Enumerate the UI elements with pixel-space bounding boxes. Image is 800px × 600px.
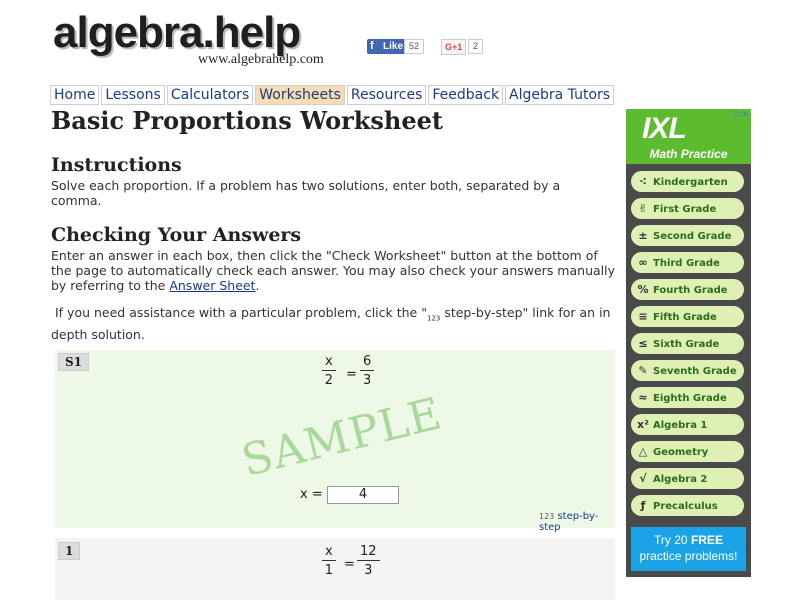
- ad-subtitle: Math Practice: [649, 147, 728, 161]
- grade-link[interactable]: ∞ Third Grade: [631, 252, 744, 273]
- cta-text: Try 20: [654, 533, 691, 547]
- fraction-right: 6 3: [360, 354, 375, 389]
- page-title: Basic Proportions Worksheet: [51, 106, 443, 135]
- grade-link[interactable]: ≈ Eighth Grade: [631, 387, 744, 408]
- fraction-denominator: 1: [324, 563, 333, 578]
- assistance-text: If you need assistance with a particular…: [51, 305, 621, 342]
- facebook-icon: f: [370, 40, 374, 52]
- grade-label: Eighth Grade: [653, 393, 727, 404]
- grade-label: Kindergarten: [653, 177, 728, 188]
- checking-text-end: .: [255, 278, 260, 293]
- function-icon: ƒ: [640, 499, 646, 512]
- grade-label: First Grade: [653, 204, 717, 215]
- grade-link[interactable]: ≤ Sixth Grade: [631, 333, 744, 354]
- grade-link[interactable]: △ Geometry: [631, 441, 744, 462]
- grade-label: Second Grade: [653, 231, 732, 242]
- ad-cta-button[interactable]: Try 20 FREE practice problems!: [631, 527, 746, 571]
- step-by-step-link[interactable]: 123 step-by-step: [539, 511, 615, 533]
- google-plus-count: 2: [468, 39, 484, 54]
- percent-icon: %: [637, 283, 649, 296]
- grade-label: Third Grade: [653, 258, 720, 269]
- grade-link[interactable]: √ Algebra 2: [631, 468, 744, 489]
- grade-label: Fifth Grade: [653, 312, 717, 323]
- cta-free: FREE: [690, 533, 723, 547]
- site-url: www.algebrahelp.com: [198, 52, 324, 67]
- step-icon: 123: [539, 512, 555, 521]
- problem-label: S1: [58, 353, 90, 371]
- sample-watermark: SAMPLE: [236, 388, 448, 487]
- equals-sign: =: [344, 557, 355, 572]
- approx-icon: ≈: [638, 391, 648, 404]
- instructions-heading: Instructions: [51, 154, 182, 176]
- grade-link[interactable]: ± Second Grade: [631, 225, 744, 246]
- fraction-numerator: x: [322, 354, 336, 371]
- answer-input[interactable]: 4: [327, 486, 399, 504]
- grade-label: Algebra 1: [653, 420, 708, 431]
- checking-text: Enter an answer in each box, then click …: [51, 248, 616, 293]
- fraction-left: x 2: [322, 354, 336, 389]
- cta-text-2: practice problems!: [639, 549, 738, 563]
- fraction-denominator: 2: [324, 373, 333, 388]
- triangle-icon: △: [638, 445, 648, 458]
- sqrt-icon: √: [639, 472, 647, 485]
- ad-choices-icon[interactable]: ▷✕: [735, 110, 749, 120]
- nav-worksheets[interactable]: Worksheets: [255, 85, 345, 105]
- answer-label: x =: [300, 487, 323, 502]
- nav-calculators[interactable]: Calculators: [166, 85, 254, 105]
- grade-label: Precalculus: [653, 501, 718, 512]
- grade-link[interactable]: ≡ Fifth Grade: [631, 306, 744, 327]
- ixl-logo: IXL: [642, 112, 687, 145]
- less-equal-icon: ≤: [638, 337, 648, 350]
- grade-label: Algebra 2: [653, 474, 708, 485]
- ad-header: IXL Math Practice ▷✕: [626, 109, 751, 164]
- nav-lessons[interactable]: Lessons: [101, 85, 165, 105]
- nav-feedback[interactable]: Feedback: [428, 85, 504, 105]
- grade-link[interactable]: ƒ Precalculus: [631, 495, 744, 516]
- assistance-text-start: If you need assistance with a particular…: [54, 305, 427, 320]
- stack-icon: ≡: [638, 310, 648, 323]
- hand-icon: ✌: [638, 202, 648, 215]
- facebook-like-button[interactable]: f Like: [367, 39, 408, 54]
- checking-text-main: Enter an answer in each box, then click …: [51, 248, 615, 293]
- grade-link[interactable]: ✌ First Grade: [631, 198, 744, 219]
- grade-label: Geometry: [653, 447, 709, 458]
- pencil-icon: ✎: [638, 364, 648, 377]
- site-logo[interactable]: algebra.help: [53, 8, 301, 58]
- fraction-left: x 1: [322, 544, 336, 579]
- answer-sheet-link[interactable]: Answer Sheet: [169, 278, 255, 293]
- checking-heading: Checking Your Answers: [51, 224, 302, 246]
- problem-1: 1 x 1 = 12 3: [55, 538, 615, 600]
- plus-minus-icon: ±: [638, 229, 648, 242]
- grade-label: Seventh Grade: [653, 366, 737, 377]
- grade-link[interactable]: ⁖ Kindergarten: [631, 171, 744, 192]
- problem-sample: S1 x 2 = 6 3 SAMPLE x = 4 123 step-by-st…: [55, 350, 615, 533]
- fraction-right: 12 3: [357, 544, 380, 579]
- instructions-text: Solve each proportion. If a problem has …: [51, 178, 561, 208]
- step-icon-inline: 123: [426, 314, 441, 323]
- fraction-numerator: 12: [357, 544, 380, 561]
- grade-link[interactable]: % Fourth Grade: [631, 279, 744, 300]
- nav-resources[interactable]: Resources: [346, 85, 427, 105]
- problem-label: 1: [58, 542, 81, 560]
- nav-home[interactable]: Home: [50, 85, 100, 105]
- infinity-icon: ∞: [638, 256, 648, 269]
- google-plus-button[interactable]: G+1: [441, 39, 467, 55]
- fraction-numerator: 6: [360, 354, 375, 371]
- ixl-advertisement[interactable]: IXL Math Practice ▷✕ ⁖ Kindergarten ✌ First…: [626, 109, 751, 577]
- grade-label: Fourth Grade: [653, 285, 728, 296]
- x-squared-icon: x²: [637, 418, 649, 431]
- facebook-like-count: 52: [404, 39, 425, 54]
- dots-icon: ⁖: [639, 175, 647, 188]
- equals-sign: =: [346, 367, 357, 382]
- fraction-denominator: 3: [363, 373, 372, 388]
- fraction-numerator: x: [322, 544, 336, 561]
- grade-label: Sixth Grade: [653, 339, 720, 350]
- facebook-like-label: Like: [383, 41, 404, 52]
- grade-link[interactable]: ✎ Seventh Grade: [631, 360, 744, 381]
- main-nav: Home Lessons Calculators Worksheets Reso…: [50, 85, 616, 105]
- fraction-denominator: 3: [364, 563, 373, 578]
- nav-algebra-tutors[interactable]: Algebra Tutors: [505, 85, 615, 105]
- grade-link[interactable]: x² Algebra 1: [631, 414, 744, 435]
